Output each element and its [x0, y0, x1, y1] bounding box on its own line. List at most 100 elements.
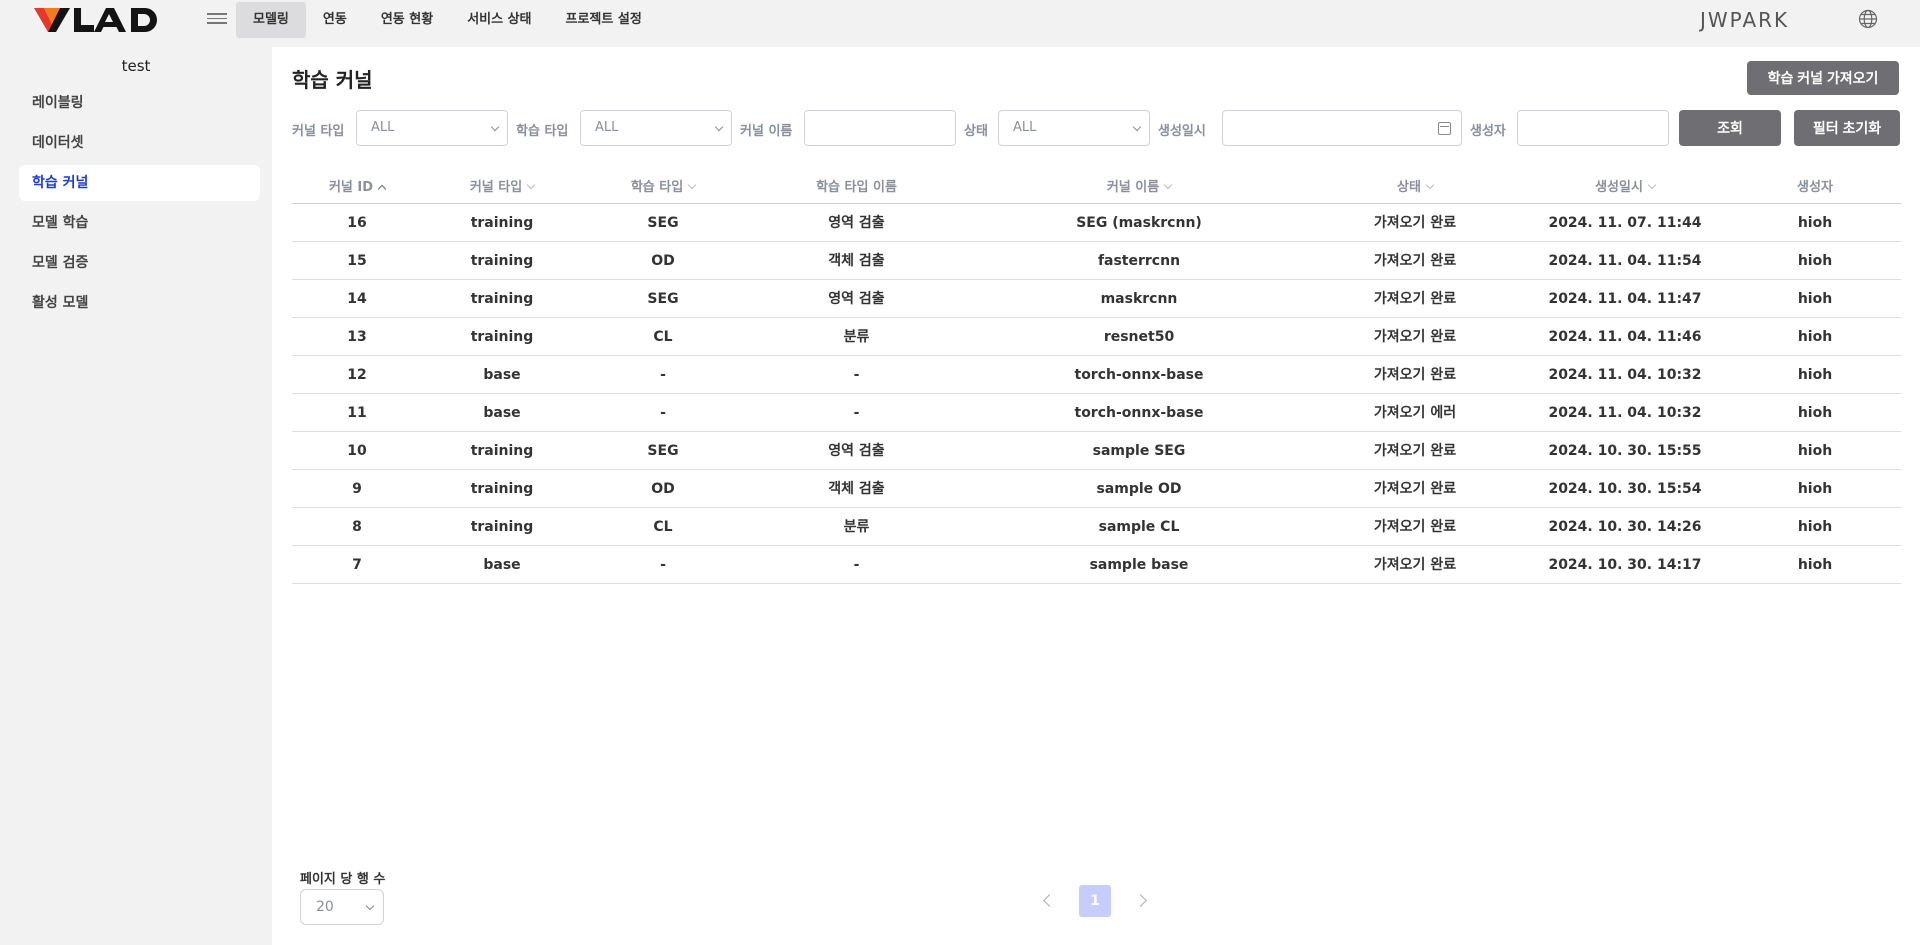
cell-train-type-name: 분류: [843, 519, 870, 535]
kernel-name-input[interactable]: [804, 110, 956, 146]
cell-kernel-type: base: [483, 367, 521, 383]
col-kernel-id[interactable]: 커널 ID: [292, 172, 422, 203]
sort-icon: [687, 180, 697, 190]
reset-filter-button[interactable]: 필터 초기화: [1794, 110, 1900, 146]
sidebar-item-model-validation[interactable]: 모델 검증: [19, 245, 260, 281]
table-row[interactable]: 16 training SEG 영역 검출 SEG (maskrcnn) 가져오기 완료 2…: [292, 204, 1901, 242]
table-row[interactable]: 10 training SEG 영역 검출 sample SEG 가져오기 완료 2024.…: [292, 432, 1901, 470]
nav-service-status[interactable]: 서비스 상태: [450, 2, 548, 38]
table-row[interactable]: 14 training SEG 영역 검출 maskrcnn 가져오기 완료 2024. 1…: [292, 280, 1901, 318]
rows-per-page-value: 20: [316, 899, 334, 915]
sidebar-item-dataset[interactable]: 데이터셋: [19, 125, 260, 161]
created-date-picker[interactable]: [1222, 110, 1462, 146]
cell-train-type-name: 객체 검출: [828, 481, 885, 497]
cell-kernel-name: sample CL: [1098, 519, 1180, 535]
chevron-down-icon: [490, 122, 500, 132]
table-row[interactable]: 9 training OD 객체 검출 sample OD 가져오기 완료 2024. 10…: [292, 470, 1901, 508]
nav-modeling[interactable]: 모델링: [236, 2, 306, 38]
col-label: 커널 타입: [469, 180, 523, 195]
search-button[interactable]: 조회: [1679, 110, 1781, 146]
table-row[interactable]: 12 base - - torch-onnx-base 가져오기 완료 2024. 11. …: [292, 356, 1901, 394]
table-row[interactable]: 11 base - - torch-onnx-base 가져오기 에러 2024. 11. …: [292, 394, 1901, 432]
page-number-button[interactable]: 1: [1079, 885, 1111, 917]
kernel-type-label: 커널 타입: [292, 124, 345, 139]
table-row[interactable]: 15 training OD 객체 검출 fasterrcnn 가져오기 완료 2024. …: [292, 242, 1901, 280]
sidebar-item-training-kernel[interactable]: 학습 커널: [19, 165, 260, 201]
cell-creator: hioh: [1797, 481, 1833, 497]
import-kernel-button[interactable]: 학습 커널 가져오기: [1747, 61, 1899, 95]
cell-kernel-type: training: [470, 215, 534, 231]
cell-creator: hioh: [1797, 253, 1833, 269]
cell-status: 가져오기 완료: [1373, 519, 1457, 535]
cell-created-date: 2024. 11. 04. 11:46: [1548, 329, 1702, 345]
col-label: 커널 ID: [328, 180, 374, 195]
vlad-logo[interactable]: [34, 4, 164, 36]
calendar-icon[interactable]: [1438, 122, 1451, 135]
cell-train-type-name: -: [853, 405, 860, 421]
nav-integration[interactable]: 연동: [306, 2, 364, 38]
chevron-down-icon: [1132, 122, 1142, 132]
chevron-down-icon: [365, 901, 375, 911]
cell-status: 가져오기 완료: [1373, 367, 1457, 383]
cell-kernel-id: 10: [347, 443, 367, 459]
cell-creator: hioh: [1797, 367, 1833, 383]
cell-train-type: CL: [653, 519, 673, 535]
sidebar-item-active-model[interactable]: 활성 모델: [19, 285, 260, 321]
cell-kernel-type: training: [470, 253, 534, 269]
nav-integration-status[interactable]: 연동 현황: [364, 2, 450, 38]
table-row[interactable]: 13 training CL 분류 resnet50 가져오기 완료 2024. 11. 0…: [292, 318, 1901, 356]
table-row[interactable]: 8 training CL 분류 sample CL 가져오기 완료 2024. 10. 3…: [292, 508, 1901, 546]
rows-per-page-select[interactable]: 20: [300, 889, 384, 925]
status-select[interactable]: ALL: [998, 110, 1150, 146]
cell-kernel-id: 14: [347, 291, 367, 307]
kernel-type-value: ALL: [371, 120, 395, 135]
cell-train-type: SEG: [647, 215, 679, 231]
cell-kernel-id: 13: [347, 329, 367, 345]
cell-created-date: 2024. 10. 30. 15:54: [1548, 481, 1702, 497]
kernel-type-select[interactable]: ALL: [356, 110, 508, 146]
cell-train-type: -: [660, 405, 666, 421]
col-status[interactable]: 상태: [1309, 172, 1521, 203]
col-kernel-name[interactable]: 커널 이름: [969, 172, 1309, 203]
table-row[interactable]: 7 base - - sample base 가져오기 완료 2024. 10. 30. 1…: [292, 546, 1901, 584]
col-created-date[interactable]: 생성일시: [1521, 172, 1729, 203]
col-train-type[interactable]: 학습 타입: [582, 172, 744, 203]
cell-kernel-id: 15: [347, 253, 367, 269]
col-kernel-type[interactable]: 커널 타입: [422, 172, 582, 203]
cell-kernel-name: torch-onnx-base: [1074, 367, 1204, 383]
cell-train-type-name: 영역 검출: [828, 215, 885, 231]
chevron-right-icon: [1134, 894, 1147, 907]
cell-created-date: 2024. 11. 04. 11:47: [1548, 291, 1702, 307]
cell-creator: hioh: [1797, 443, 1833, 459]
cell-creator: hioh: [1797, 405, 1833, 421]
sidebar-item-labeling[interactable]: 레이블링: [19, 85, 260, 121]
project-name: test: [121, 57, 151, 75]
cell-kernel-id: 7: [352, 557, 362, 573]
prev-page-button[interactable]: [1032, 885, 1064, 917]
col-label: 생성자: [1797, 180, 1833, 195]
next-page-button[interactable]: [1126, 885, 1158, 917]
train-type-value: ALL: [595, 120, 619, 135]
cell-kernel-id: 12: [347, 367, 367, 383]
col-label: 상태: [1397, 180, 1421, 195]
user-name[interactable]: JWPARK: [1700, 8, 1789, 32]
train-type-select[interactable]: ALL: [580, 110, 732, 146]
globe-icon[interactable]: [1858, 9, 1878, 29]
train-type-label: 학습 타입: [516, 124, 569, 139]
sort-icon: [526, 180, 536, 190]
creator-label: 생성자: [1470, 124, 1506, 139]
chevron-left-icon: [1043, 894, 1056, 907]
cell-train-type: SEG: [647, 291, 679, 307]
creator-input[interactable]: [1517, 110, 1669, 146]
cell-created-date: 2024. 11. 04. 10:32: [1548, 367, 1702, 383]
col-label: 생성일시: [1595, 180, 1643, 195]
sidebar-item-model-training[interactable]: 모델 학습: [19, 205, 260, 241]
sort-icon: [1163, 180, 1173, 190]
nav-project-settings[interactable]: 프로젝트 설정: [549, 2, 659, 38]
created-date-label: 생성일시: [1158, 124, 1206, 139]
cell-status: 가져오기 완료: [1373, 291, 1457, 307]
cell-status: 가져오기 완료: [1373, 557, 1457, 573]
chevron-down-icon: [714, 122, 724, 132]
menu-toggle-icon[interactable]: [207, 10, 227, 30]
col-label: 학습 타입: [630, 180, 684, 195]
